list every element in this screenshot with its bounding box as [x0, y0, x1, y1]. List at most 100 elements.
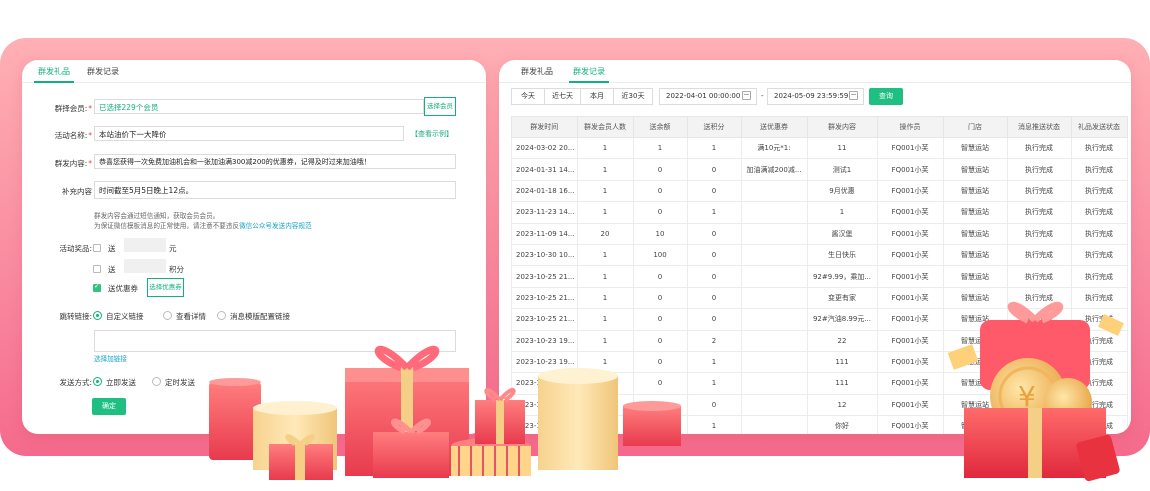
table-cell: 100: [632, 243, 688, 267]
table-cell: 2023-11-23 14...: [511, 201, 578, 224]
table-cell: 加油满减200减...: [740, 158, 808, 181]
table-cell: 智慧运站: [942, 158, 1008, 181]
table-row[interactable]: 2024-01-18 16... 1 0 0 9月优惠 FQ001小芙 智慧运站 执行完成 执行…: [511, 179, 1128, 203]
table-cell: 111: [806, 350, 878, 374]
table-cell: [740, 308, 808, 331]
start-date-text: 2022-04-01 00:00:00: [666, 92, 741, 100]
table-cell: FQ001小芙: [876, 350, 944, 374]
table-cell: 生日快乐: [806, 243, 878, 267]
table-cell: 12: [806, 393, 878, 417]
table-cell: 执行完成: [1006, 158, 1072, 181]
column-header: 消息推送状态: [1006, 116, 1072, 138]
range-7days-button[interactable]: 近七天: [544, 88, 581, 105]
gift-points-checkbox[interactable]: [93, 265, 101, 273]
range-today-button[interactable]: 今天: [511, 88, 545, 105]
table-cell: 1: [576, 136, 634, 160]
table-cell: [740, 179, 808, 203]
send-now-radio[interactable]: [93, 377, 102, 386]
column-header: 送余额: [632, 116, 688, 138]
table-cell: 变更有家: [806, 286, 878, 310]
table-cell: 0: [686, 308, 742, 331]
jump-custom-text: 自定义链接: [106, 312, 144, 321]
members-input[interactable]: 已选择229个会员: [94, 99, 424, 114]
table-cell: 执行完成: [1006, 243, 1072, 267]
table-cell: 2023-10-25 21...: [511, 286, 578, 310]
table-cell: 1: [576, 179, 634, 203]
table-cell: FQ001小芙: [876, 329, 944, 352]
table-cell: 2023-10-30 10...: [511, 243, 578, 267]
confirm-button[interactable]: 确定: [92, 398, 126, 415]
tab-mass-gift-right[interactable]: 群发礼品: [521, 66, 553, 77]
content-rules-link[interactable]: 微信公众号发送内容规范: [239, 222, 312, 230]
select-members-button[interactable]: 选择会员: [424, 97, 456, 116]
gift-balance-input[interactable]: [124, 238, 166, 252]
left-tabs: 群发礼品 群发记录: [22, 60, 486, 83]
table-row[interactable]: 2023-11-23 14... 1 0 1 1 FQ001小芙 智慧运站 执行完成 执行完成: [511, 201, 1128, 224]
table-cell: 0: [632, 179, 688, 203]
table-cell: 满10元*1:: [740, 136, 808, 160]
table-cell: 1: [576, 158, 634, 181]
table-row[interactable]: 2023-10-30 10... 1 100 0 生日快乐 FQ001小芙 智慧运站 执行完成…: [511, 243, 1128, 267]
content-label: 群发内容:*: [54, 159, 92, 168]
jump-template-radio[interactable]: [217, 311, 226, 320]
end-date-input[interactable]: 2024-05-09 23:59:59: [767, 88, 864, 105]
table-cell: 酱汉堡: [806, 222, 878, 245]
range-30days-button[interactable]: 近30天: [613, 88, 653, 105]
table-cell: 92#9.99，乘加...: [806, 265, 878, 288]
table-cell: 20: [576, 222, 634, 245]
table-cell: 1: [686, 136, 742, 160]
column-header: 操作员: [876, 116, 944, 138]
table-cell: FQ001小芙: [876, 243, 944, 267]
table-cell: 11: [806, 136, 878, 160]
activity-name-label: 活动名称:*: [54, 131, 92, 140]
jump-detail-text: 查看详情: [176, 312, 206, 321]
table-cell: 执行完成: [1070, 158, 1128, 181]
tab-mass-record-right[interactable]: 群发记录: [569, 66, 609, 83]
table-cell: 1: [576, 265, 634, 288]
gifts-label: 活动奖品:: [59, 244, 92, 253]
table-row[interactable]: 2024-03-02 20... 1 1 1 满10元*1: 11 FQ001小芙 智慧运站执…: [511, 136, 1128, 160]
gift-points-input[interactable]: [124, 259, 166, 273]
jump-template-text: 消息模版配置链接: [230, 312, 290, 321]
table-cell: [740, 415, 808, 434]
table-row[interactable]: 2023-11-09 14... 20 10 0 酱汉堡 FQ001小芙 智慧运站 执行完成执…: [511, 222, 1128, 245]
table-cell: 0: [686, 222, 742, 245]
jump-custom-radio[interactable]: [93, 311, 102, 320]
gift-balance-unit: 元: [169, 244, 177, 253]
tab-mass-record[interactable]: 群发记录: [87, 66, 119, 77]
table-cell: 执行完成: [1070, 201, 1128, 224]
gift-coupon-checkbox[interactable]: [93, 282, 101, 292]
start-date-input[interactable]: 2022-04-01 00:00:00: [659, 88, 757, 105]
send-now-text: 立即发送: [106, 378, 136, 387]
table-cell: 1: [576, 243, 634, 267]
table-cell: 执行完成: [1070, 136, 1128, 160]
query-button[interactable]: 查询: [869, 88, 903, 105]
table-cell: 0: [632, 158, 688, 181]
extra-content-input[interactable]: 时间截至5月5日晚上12点。: [94, 181, 456, 199]
table-cell: FQ001小芙: [876, 222, 944, 245]
column-header: 送积分: [686, 116, 742, 138]
table-cell: 1: [632, 136, 688, 160]
table-cell: 测试1: [806, 158, 878, 181]
gift-balance-checkbox[interactable]: [93, 244, 101, 252]
table-cell: 执行完成: [1070, 179, 1128, 203]
table-cell: FQ001小芙: [876, 372, 944, 395]
select-coupon-button[interactable]: 选择优惠券: [147, 278, 184, 297]
gift-boxes-illustration: [209, 345, 681, 480]
table-row[interactable]: 2023-10-25 21... 1 0 0 92#9.99，乘加... FQ001小芙智…: [511, 265, 1128, 288]
table-cell: [740, 329, 808, 352]
table-cell: 0: [632, 286, 688, 310]
send-scheduled-radio[interactable]: [152, 377, 161, 386]
range-month-button[interactable]: 本月: [580, 88, 614, 105]
view-example-link[interactable]: 【查看示例】: [411, 129, 453, 139]
send-method-label: 发送方式:: [59, 378, 92, 387]
table-cell: 0: [686, 243, 742, 267]
tab-mass-gift[interactable]: 群发礼品: [34, 66, 74, 83]
content-input[interactable]: 恭喜您获得一次免费加油机会和一张加油满300减200的优惠券，记得及时过来加油哦…: [94, 154, 456, 169]
add-link-button[interactable]: 选择加链接: [94, 353, 127, 363]
table-cell: 执行完成: [1070, 243, 1128, 267]
jump-detail-radio[interactable]: [163, 311, 172, 320]
table-row[interactable]: 2024-01-31 14... 1 0 0 加油满减200减... 测试1 FQ001小芙…: [511, 158, 1128, 181]
date-separator: -: [761, 92, 764, 100]
activity-name-input[interactable]: 本站油价下一大降价: [94, 126, 404, 141]
